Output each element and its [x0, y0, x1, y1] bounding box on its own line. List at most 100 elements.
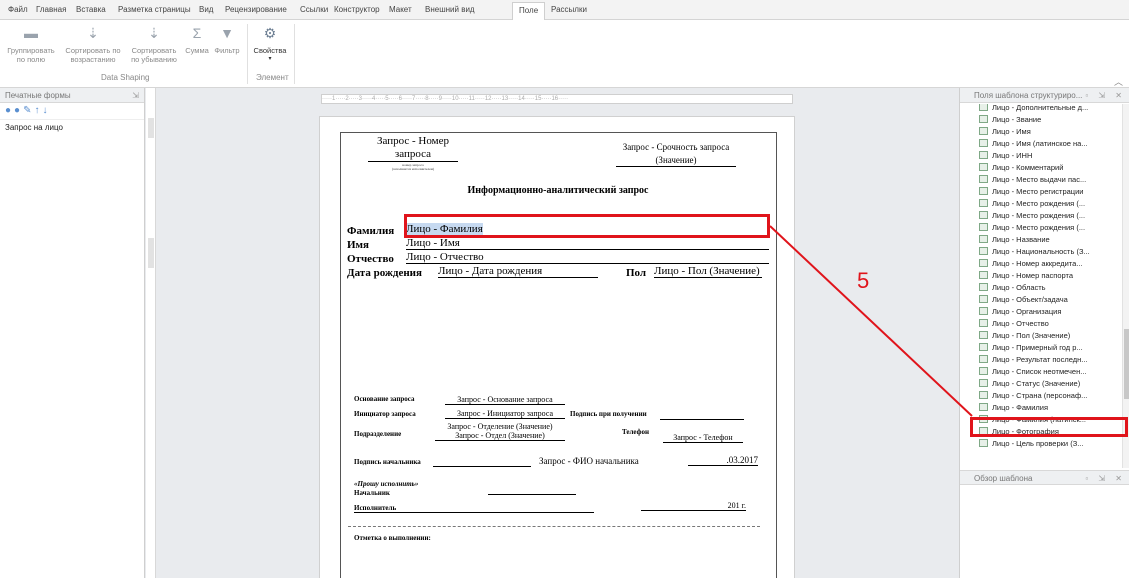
tab-mailings[interactable]: Рассылки: [551, 5, 587, 14]
department-label: Подразделение: [354, 430, 402, 438]
field-item[interactable]: Лицо - Имя (латинское на...: [979, 138, 1088, 150]
field-item-label: Лицо - Имя: [992, 127, 1031, 136]
sum-button[interactable]: Σ Сумма: [184, 24, 210, 55]
field-item[interactable]: Лицо - Имя: [979, 126, 1031, 138]
patronymic-label: Отчество: [347, 253, 394, 265]
template-fields-panel: Поля шаблона структуриро... ▫ ⇲ ✕ Лицо -…: [959, 88, 1129, 578]
field-icon: [979, 151, 988, 159]
group-by-field-button[interactable]: ▬ Группировать по полю: [4, 24, 58, 64]
field-icon: [979, 343, 988, 351]
chief-field[interactable]: [488, 484, 576, 495]
filter-button[interactable]: ▼ Фильтр: [212, 24, 242, 55]
document-area[interactable]: ·····1·····2·····3·····4·····5·····6····…: [156, 88, 959, 578]
field-icon: [979, 235, 988, 243]
field-item[interactable]: Лицо - Звание: [979, 114, 1041, 126]
field-item-label: Лицо - Национальность (З...: [992, 247, 1090, 256]
properties-button[interactable]: ⚙ Свойства ▾: [252, 24, 288, 64]
fields-scrollbar[interactable]: [1122, 104, 1129, 468]
list-item[interactable]: Запрос на лицо: [5, 123, 139, 132]
delete-icon[interactable]: ●: [14, 105, 23, 116]
year-field[interactable]: 201 г.: [641, 501, 746, 511]
scrollbar-thumb[interactable]: [1124, 329, 1129, 399]
request-urgency: Запрос - Срочность запроса (Значение): [622, 142, 730, 165]
tab-layout[interactable]: Макет: [389, 5, 412, 14]
department-field[interactable]: Запрос - Отделение (Значение) Запрос - О…: [435, 422, 565, 441]
date-field[interactable]: .03.2017: [688, 455, 758, 466]
field-item[interactable]: Лицо - Фамилия: [979, 402, 1048, 414]
field-icon: [979, 283, 988, 291]
name-field[interactable]: Лицо - Имя: [406, 237, 769, 250]
field-item[interactable]: Лицо - Место выдачи пас...: [979, 174, 1086, 186]
tab-file[interactable]: Файл: [8, 5, 28, 14]
field-item[interactable]: Лицо - Объект/задача: [979, 294, 1068, 306]
tab-home[interactable]: Главная: [36, 5, 66, 14]
add-icon[interactable]: ●: [5, 105, 14, 116]
tab-references[interactable]: Ссылки: [300, 5, 328, 14]
tab-appearance[interactable]: Внешний вид: [425, 5, 475, 14]
pin-icon[interactable]: ⇲: [132, 91, 139, 100]
tab-insert[interactable]: Вставка: [76, 5, 106, 14]
field-item[interactable]: Лицо - Статус (Значение): [979, 378, 1080, 390]
ribbon-tab-bar: Файл Главная Вставка Разметка страницы В…: [0, 0, 1129, 21]
field-item-label: Лицо - Отчество: [992, 319, 1049, 328]
field-item-label: Лицо - Комментарий: [992, 163, 1064, 172]
executor-field[interactable]: [354, 501, 594, 513]
phone-field[interactable]: Запрос - Телефон: [663, 433, 743, 443]
receipt-signature-field[interactable]: [660, 409, 744, 420]
field-icon: [979, 139, 988, 147]
field-item[interactable]: Лицо - Место рождения (...: [979, 222, 1085, 234]
tab-review[interactable]: Рецензирование: [225, 5, 287, 14]
field-item-label: Лицо - ИНН: [992, 151, 1033, 160]
move-down-icon[interactable]: ↓: [42, 105, 50, 116]
field-item[interactable]: Лицо - Национальность (З...: [979, 246, 1090, 258]
field-item[interactable]: Лицо - Цель проверки (З...: [979, 438, 1083, 450]
field-item[interactable]: Лицо - Место регистрации: [979, 186, 1084, 198]
chief-signature-field[interactable]: [433, 456, 531, 467]
field-item-label: Лицо - Организация: [992, 307, 1062, 316]
field-item[interactable]: Лицо - Область: [979, 282, 1046, 294]
field-item[interactable]: Лицо - Комментарий: [979, 162, 1063, 174]
group-separator: [294, 24, 295, 84]
collapse-ribbon-icon[interactable]: ︿: [1114, 75, 1123, 88]
selected-field-highlight: [970, 417, 1128, 437]
field-item[interactable]: Лицо - Название: [979, 234, 1050, 246]
field-item[interactable]: Лицо - Номер аккредита...: [979, 258, 1083, 270]
field-item[interactable]: Лицо - ИНН: [979, 150, 1032, 162]
field-item-label: Лицо - Номер аккредита...: [992, 259, 1083, 268]
field-icon: [979, 439, 988, 447]
ribbon: ▬ Группировать по полю ⇣ Сортировать по …: [0, 20, 1129, 88]
panel-controls-icon[interactable]: ▫ ⇲ ✕: [1085, 91, 1126, 100]
tab-view[interactable]: Вид: [199, 5, 213, 14]
sex-field[interactable]: Лицо - Пол (Значение): [654, 265, 762, 278]
tab-field[interactable]: Поле: [512, 2, 546, 21]
field-item[interactable]: Лицо - Пол (Значение): [979, 330, 1070, 342]
field-icon: [979, 199, 988, 207]
field-item[interactable]: Лицо - Примерный год р...: [979, 342, 1083, 354]
document-page[interactable]: Запрос - Номер запроса номер запроса (за…: [319, 116, 795, 578]
sort-descending-button[interactable]: ⇣ Сортировать по убыванию: [126, 24, 182, 64]
field-item-label: Лицо - Статус (Значение): [992, 379, 1081, 388]
edit-icon[interactable]: ✎: [23, 105, 34, 116]
chief-label: Начальник: [354, 489, 390, 497]
field-item-label: Лицо - Звание: [992, 115, 1042, 124]
field-item[interactable]: Лицо - Страна (персонаф...: [979, 390, 1087, 402]
tab-designer[interactable]: Конструктор: [334, 5, 380, 14]
field-item[interactable]: Лицо - Место рождения (...: [979, 210, 1085, 222]
field-item[interactable]: Лицо - Место рождения (...: [979, 198, 1085, 210]
tab-page-layout[interactable]: Разметка страницы: [118, 5, 191, 14]
field-item[interactable]: Лицо - Результат последн...: [979, 354, 1088, 366]
field-icon: [979, 223, 988, 231]
field-item[interactable]: Лицо - Организация: [979, 306, 1061, 318]
field-item[interactable]: Лицо - Список неотмечен...: [979, 366, 1087, 378]
panel-controls-icon[interactable]: ▫ ⇲ ✕: [1085, 474, 1126, 483]
field-item[interactable]: Лицо - Номер паспорта: [979, 270, 1073, 282]
field-item-label: Лицо - Место рождения (...: [992, 223, 1086, 232]
initiator-field[interactable]: Запрос - Инициатор запроса: [445, 409, 565, 419]
birthdate-field[interactable]: Лицо - Дата рождения: [438, 265, 598, 278]
field-item[interactable]: Лицо - Отчество: [979, 318, 1049, 330]
basis-field[interactable]: Запрос - Основание запроса: [445, 395, 565, 405]
sort-ascending-button[interactable]: ⇣ Сортировать по возрастанию: [60, 24, 126, 64]
field-item[interactable]: Лицо - Дополнительные д...: [979, 104, 1088, 114]
patronymic-field[interactable]: Лицо - Отчество: [406, 251, 769, 264]
field-item-label: Лицо - Фамилия: [992, 403, 1049, 412]
